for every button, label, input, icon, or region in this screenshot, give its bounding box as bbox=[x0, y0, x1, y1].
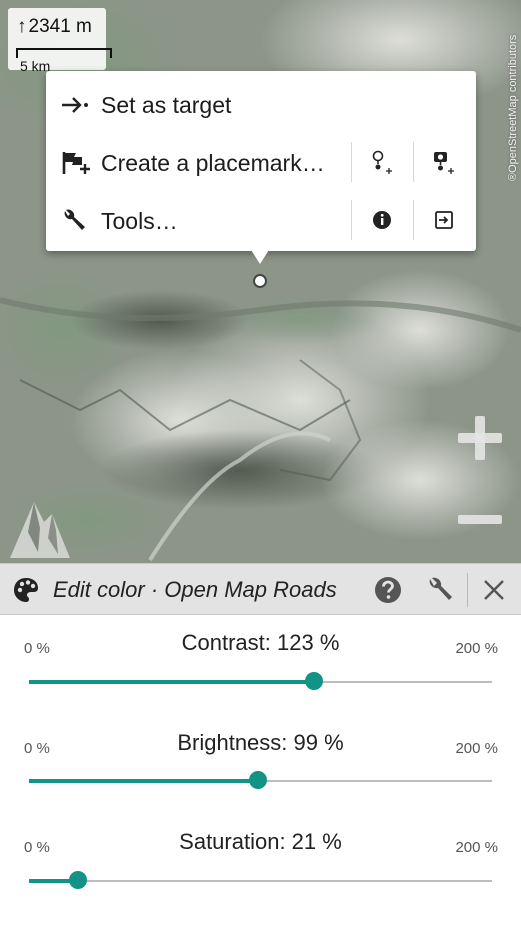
contrast-slider[interactable] bbox=[29, 672, 492, 690]
menu-item-label: Set as target bbox=[101, 92, 232, 118]
flag-plus-icon bbox=[62, 152, 90, 174]
mountain-logo-icon[interactable] bbox=[10, 492, 70, 558]
divider bbox=[467, 573, 468, 607]
slider-thumb[interactable] bbox=[68, 871, 87, 889]
arrow-up-icon: ↑ bbox=[17, 16, 27, 37]
divider bbox=[413, 142, 414, 182]
settings-button[interactable] bbox=[424, 574, 456, 606]
help-button[interactable] bbox=[372, 574, 404, 606]
saturation-slider-block: 0 % Saturation: 21 % 200 % bbox=[0, 827, 521, 923]
add-pin-button[interactable] bbox=[362, 142, 402, 182]
exit-arrow-icon bbox=[435, 211, 453, 229]
map-attribution: ®OpenStreetMap contributors bbox=[503, 34, 519, 190]
slider-label: Brightness: 99 % bbox=[177, 730, 344, 755]
add-photo-pin-button[interactable] bbox=[424, 142, 464, 182]
map-context-menu: Set as target Create a placemark… Tools… bbox=[46, 71, 476, 251]
menu-item-set-target[interactable]: Set as target bbox=[46, 75, 476, 133]
zoom-out-icon[interactable] bbox=[456, 505, 504, 535]
slider-thumb[interactable] bbox=[249, 771, 268, 789]
open-external-button[interactable] bbox=[424, 200, 464, 240]
close-icon bbox=[484, 580, 504, 600]
pin-plus-icon bbox=[372, 150, 392, 174]
close-button[interactable] bbox=[480, 576, 508, 604]
menu-item-tools[interactable]: Tools… bbox=[46, 191, 476, 249]
menu-item-label: Create a placemark… bbox=[101, 150, 325, 176]
divider bbox=[351, 142, 352, 182]
slider-fill bbox=[29, 680, 314, 684]
map-location-marker[interactable] bbox=[253, 274, 267, 288]
slider-thumb[interactable] bbox=[304, 672, 323, 690]
toolbar-title: Edit color · Open Map Roads bbox=[53, 577, 337, 602]
popup-pointer bbox=[251, 250, 269, 264]
brightness-slider[interactable] bbox=[29, 771, 492, 789]
divider bbox=[351, 200, 352, 240]
zoom-in-icon[interactable] bbox=[456, 414, 504, 462]
wrench-icon bbox=[64, 209, 85, 230]
slider-max-label: 200 % bbox=[455, 640, 498, 657]
slider-fill bbox=[29, 779, 259, 783]
contrast-slider-block: 0 % Contrast: 123 % 200 % bbox=[0, 628, 521, 724]
slider-max-label: 200 % bbox=[455, 740, 498, 757]
brightness-slider-block: 0 % Brightness: 99 % 200 % bbox=[0, 728, 521, 824]
divider bbox=[413, 200, 414, 240]
menu-item-label: Tools… bbox=[101, 208, 178, 234]
scale-bar bbox=[16, 48, 112, 58]
camera-pin-plus-icon bbox=[434, 152, 454, 174]
help-icon bbox=[375, 577, 401, 603]
palette-icon bbox=[14, 578, 38, 602]
info-button[interactable] bbox=[362, 200, 402, 240]
edit-color-toolbar: Edit color · Open Map Roads bbox=[0, 563, 521, 615]
saturation-slider[interactable] bbox=[29, 871, 492, 889]
arrow-target-icon bbox=[62, 97, 88, 113]
menu-item-create-placemark[interactable]: Create a placemark… bbox=[46, 133, 476, 191]
slider-label: Contrast: 123 % bbox=[181, 630, 340, 655]
slider-max-label: 200 % bbox=[455, 839, 498, 856]
altitude-value: 2341 m bbox=[28, 16, 92, 37]
attribution-text: ®OpenStreetMap contributors bbox=[507, 34, 519, 181]
info-icon bbox=[373, 211, 391, 229]
wrench-icon bbox=[429, 577, 452, 600]
slider-label: Saturation: 21 % bbox=[179, 829, 342, 854]
altitude-scale-box: ↑ 2341 m 5 km bbox=[8, 8, 112, 74]
altitude-readout: ↑ 2341 m bbox=[17, 16, 92, 38]
